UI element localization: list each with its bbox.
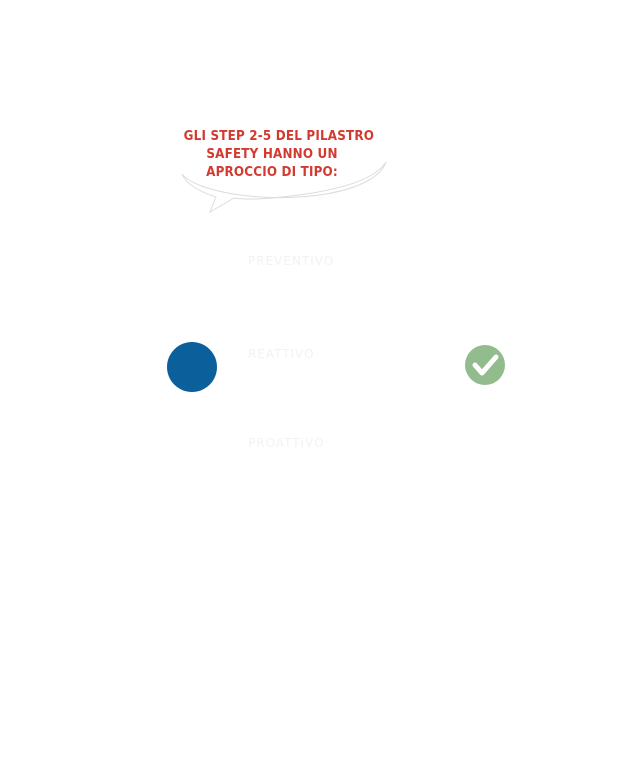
step-label-preventivo: PREVENTIVO bbox=[248, 254, 335, 268]
callout-line-2: SAFETY HANNO UN bbox=[206, 147, 338, 162]
speech-bubble: GLI STEP 2-5 DEL PILASTRO SAFETY HANNO U… bbox=[176, 126, 390, 218]
step-label-reattivo: REATTIVO bbox=[248, 347, 315, 361]
step-label-proattivo: PROATTIVO bbox=[248, 436, 325, 450]
check-circle-icon bbox=[465, 345, 505, 385]
blue-dot-marker bbox=[167, 342, 217, 392]
callout-text: GLI STEP 2-5 DEL PILASTRO SAFETY HANNO U… bbox=[183, 128, 375, 182]
callout-line-1: GLI STEP 2-5 DEL PILASTRO bbox=[183, 129, 375, 144]
callout-line-3: APROCCIO DI TIPO: bbox=[206, 165, 338, 180]
